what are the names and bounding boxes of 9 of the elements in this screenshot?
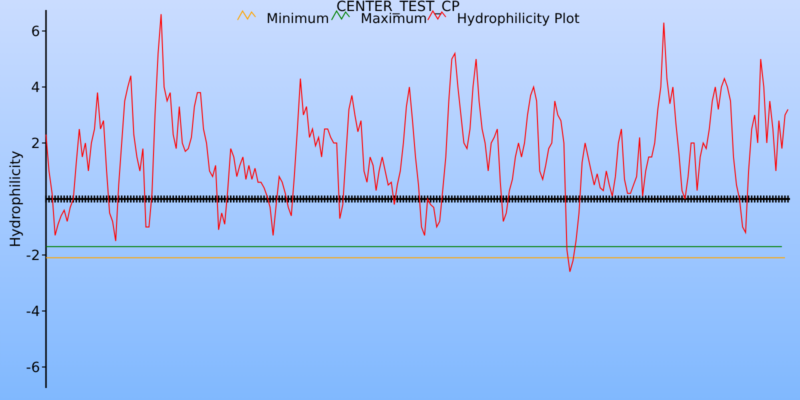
legend-label: Minimum <box>266 11 330 27</box>
tick-label: 2 <box>31 136 40 152</box>
tick-label: 6 <box>31 24 40 40</box>
tick-label: -6 <box>26 360 40 376</box>
y-axis-label: Hydrophilicity <box>8 150 24 248</box>
tick-label: 4 <box>31 80 40 96</box>
tick-label: -2 <box>26 248 40 264</box>
tick-label: -4 <box>26 304 40 320</box>
legend-line-icon <box>237 10 256 20</box>
